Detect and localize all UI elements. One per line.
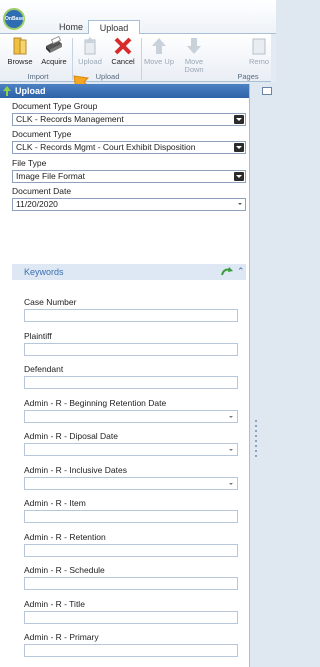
chevron-down-icon[interactable] xyxy=(238,203,242,205)
move-up-button[interactable]: Move Up xyxy=(143,36,175,72)
upload-button[interactable]: Upload xyxy=(74,36,106,72)
keyword-label: Admin - R - Title xyxy=(24,598,85,609)
keyword-label: Admin - R - Retention xyxy=(24,531,106,542)
keyword-label: Case Number xyxy=(24,297,77,307)
ribbon-scroll[interactable] xyxy=(271,34,276,82)
upload-icon xyxy=(84,37,96,55)
doc-type-group-label: Document Type Group xyxy=(12,101,98,111)
cancel-label: Cancel xyxy=(111,57,135,66)
remove-icon xyxy=(252,38,266,55)
arrow-down-icon xyxy=(187,38,201,54)
chevron-down-icon[interactable] xyxy=(234,172,244,181)
keyword-label: Admin - R - Primary xyxy=(24,632,99,642)
file-type-label: File Type xyxy=(12,158,47,168)
group-label-import: Import xyxy=(27,72,49,81)
viewer-pane xyxy=(251,84,276,667)
keyword-label: Defendant xyxy=(24,364,64,374)
keyword-input[interactable] xyxy=(24,376,238,389)
keyword-label: Admin - R - Diposal Date xyxy=(24,431,119,441)
doc-type-value: CLK - Records Mgmt - Court Exhibit Dispo… xyxy=(16,142,196,152)
upload-arrow-icon xyxy=(3,86,11,96)
remove-label: Remo xyxy=(248,57,269,66)
doc-date-value: 11/20/2020 xyxy=(16,199,58,209)
window-icon[interactable] xyxy=(262,87,272,95)
close-icon xyxy=(114,37,132,55)
tab-upload[interactable]: Upload xyxy=(88,20,140,35)
refresh-icon[interactable] xyxy=(221,267,233,277)
chevron-down-icon[interactable] xyxy=(229,415,233,418)
keyword-input[interactable] xyxy=(24,577,238,590)
arrow-up-icon xyxy=(152,38,166,54)
tab-home[interactable]: Home xyxy=(52,20,90,35)
ribbon: Browse Acquire Upload Cancel Move Up Mov… xyxy=(0,34,276,82)
keyword-label: Admin - R - Item xyxy=(24,498,86,508)
move-down-button[interactable]: Move Down xyxy=(178,36,210,74)
keywords-title: Keywords xyxy=(24,267,64,277)
chevron-down-icon[interactable] xyxy=(234,115,244,124)
chevron-down-icon[interactable] xyxy=(229,449,233,451)
doc-type-group-value: CLK - Records Management xyxy=(16,114,124,124)
file-type-select[interactable]: Image File Format xyxy=(12,170,246,183)
keyword-input[interactable] xyxy=(24,543,238,557)
collapse-icon[interactable]: ⌃ xyxy=(237,266,245,277)
keyword-input[interactable] xyxy=(24,510,238,523)
upload-label: Upload xyxy=(78,57,102,66)
folder-icon xyxy=(13,37,27,55)
logo-text: OnBase xyxy=(5,16,24,22)
doc-type-group-select[interactable]: CLK - Records Management xyxy=(12,113,246,126)
doc-date-field[interactable]: 11/20/2020 xyxy=(12,198,246,211)
ribbon-tab-strip: OnBase Home Upload xyxy=(0,0,276,35)
splitter-handle[interactable] xyxy=(255,420,257,460)
keyword-label: Admin - R - Beginning Retention Date xyxy=(24,397,167,408)
remove-button[interactable]: Remo xyxy=(246,36,272,72)
panel-header: Upload xyxy=(0,84,249,98)
move-down-label: Move Down xyxy=(184,57,204,74)
browse-label: Browse xyxy=(7,57,33,66)
keyword-label: Admin - R - Schedule xyxy=(24,565,105,575)
doc-type-label: Document Type xyxy=(12,129,72,139)
keyword-label: Admin - R - Inclusive Dates xyxy=(24,464,127,475)
keyword-label: Plaintiff xyxy=(24,330,52,341)
doc-type-select[interactable]: CLK - Records Mgmt - Court Exhibit Dispo… xyxy=(12,141,246,154)
acquire-label: Acquire xyxy=(41,57,67,66)
onbase-logo[interactable]: OnBase xyxy=(3,8,25,30)
keywords-header[interactable]: Keywords ⌃ xyxy=(12,264,246,280)
chevron-down-icon[interactable] xyxy=(229,482,233,485)
panel-title: Upload xyxy=(15,86,46,96)
keyword-input[interactable] xyxy=(24,342,238,356)
group-label-pages: Pages xyxy=(237,72,259,81)
doc-date-label: Document Date xyxy=(12,186,72,196)
keyword-input[interactable] xyxy=(24,476,238,490)
keyword-input[interactable] xyxy=(24,610,238,624)
move-up-label: Move Up xyxy=(143,57,174,66)
file-type-value: Image File Format xyxy=(16,171,85,181)
cancel-button[interactable]: Cancel xyxy=(107,36,139,72)
group-separator xyxy=(141,38,142,80)
chevron-down-icon[interactable] xyxy=(234,143,244,152)
keyword-input[interactable] xyxy=(24,409,238,423)
acquire-button[interactable]: Acquire xyxy=(38,36,70,72)
keyword-input[interactable] xyxy=(24,443,238,456)
scanner-icon xyxy=(46,36,62,53)
browse-button[interactable]: Browse xyxy=(4,36,36,72)
keyword-input[interactable] xyxy=(24,644,238,657)
keyword-input[interactable] xyxy=(24,309,238,322)
